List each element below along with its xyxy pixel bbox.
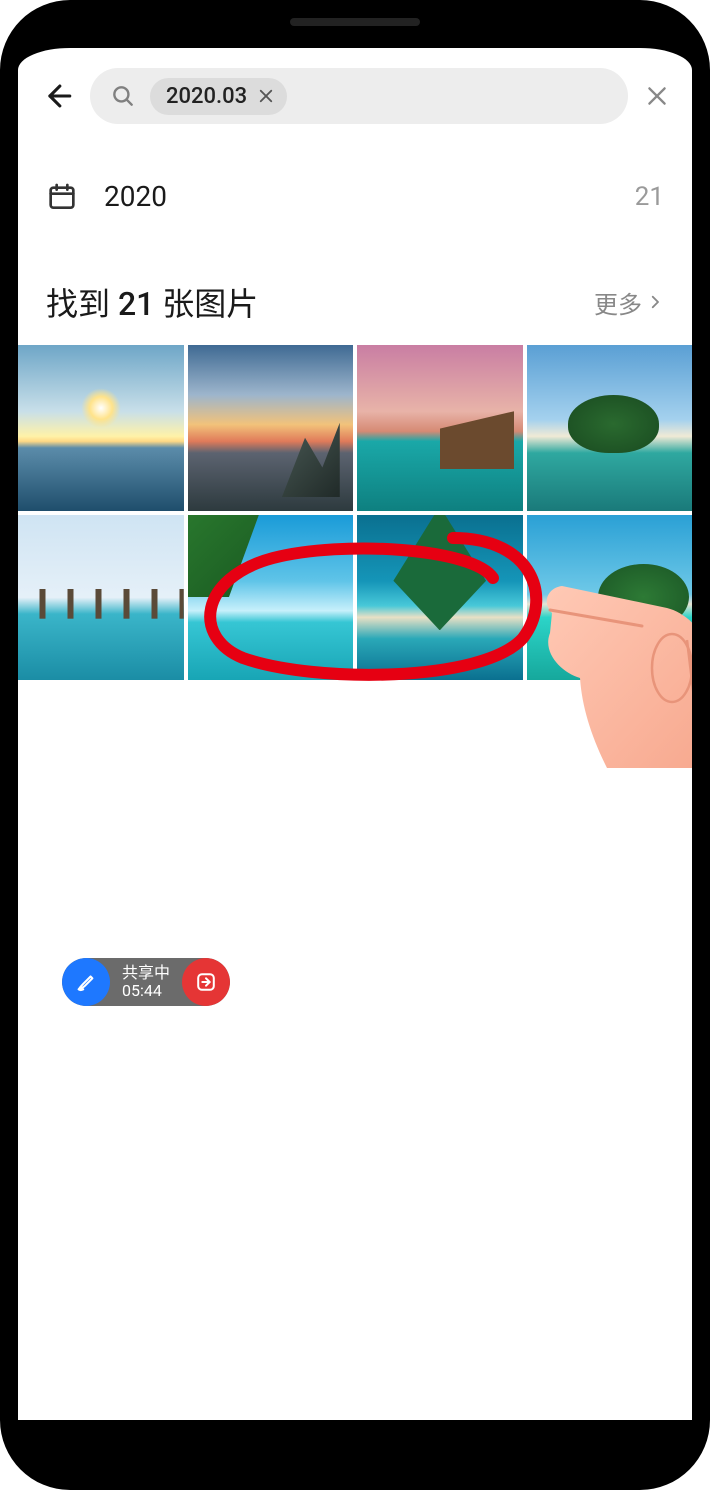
- stop-share-button[interactable]: [182, 958, 230, 1006]
- date-filter-label: 2020: [104, 180, 609, 213]
- date-filter-count: 21: [635, 182, 664, 212]
- back-icon[interactable]: [40, 79, 74, 113]
- more-link[interactable]: 更多: [594, 285, 664, 320]
- share-status: 共享中 05:44: [110, 964, 182, 1001]
- screen-share-widget[interactable]: 共享中 05:44: [62, 958, 230, 1006]
- photo-thumbnail[interactable]: [357, 515, 523, 681]
- results-header: 找到 21 张图片 更多: [18, 223, 692, 345]
- search-bar-row: 2020.03: [18, 48, 692, 134]
- photo-thumbnail[interactable]: [188, 515, 354, 681]
- share-timer: 05:44: [122, 982, 170, 1000]
- search-input-container[interactable]: 2020.03: [90, 68, 628, 124]
- search-chip-text: 2020.03: [166, 84, 247, 109]
- chip-close-icon[interactable]: [257, 87, 275, 105]
- results-title: 找到 21 张图片: [46, 279, 594, 325]
- search-icon: [110, 83, 136, 109]
- photo-thumbnail[interactable]: [527, 345, 693, 511]
- annotate-button[interactable]: [62, 958, 110, 1006]
- photo-thumbnail[interactable]: [188, 345, 354, 511]
- search-chip[interactable]: 2020.03: [150, 78, 287, 115]
- photo-thumbnail[interactable]: [357, 345, 523, 511]
- photo-thumbnail[interactable]: [18, 515, 184, 681]
- more-link-label: 更多: [594, 285, 642, 320]
- app-screen: 2020.03 2020 21 找到 21 张图片 更多: [18, 48, 692, 1420]
- share-status-label: 共享中: [122, 964, 170, 982]
- calendar-icon: [46, 181, 78, 213]
- pencil-icon: [75, 971, 97, 993]
- photo-grid: [18, 345, 692, 680]
- clear-icon[interactable]: [644, 83, 670, 109]
- date-filter-row[interactable]: 2020 21: [18, 134, 692, 223]
- photo-thumbnail[interactable]: [18, 345, 184, 511]
- photo-thumbnail[interactable]: [527, 515, 693, 681]
- chevron-right-icon: [646, 293, 664, 311]
- exit-icon: [195, 971, 217, 993]
